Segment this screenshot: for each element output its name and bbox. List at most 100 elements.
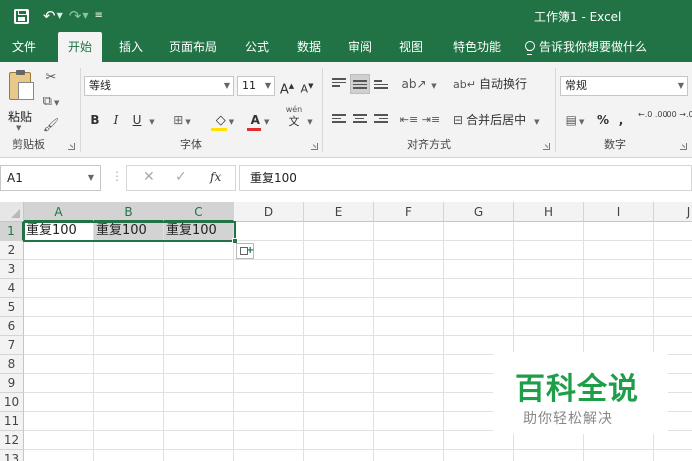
- cell-g13[interactable]: [444, 450, 514, 461]
- cell-i1[interactable]: [584, 222, 654, 241]
- cell-a11[interactable]: [24, 412, 94, 431]
- cell-a9[interactable]: [24, 374, 94, 393]
- cell-h6[interactable]: [514, 317, 584, 336]
- cell-e2[interactable]: [304, 241, 374, 260]
- cell-e11[interactable]: [304, 412, 374, 431]
- alignment-launcher-icon[interactable]: [543, 143, 550, 150]
- borders-button[interactable]: ⊞ ▼: [167, 110, 197, 130]
- cell-b4[interactable]: [94, 279, 164, 298]
- cell-a8[interactable]: [24, 355, 94, 374]
- cell-b8[interactable]: [94, 355, 164, 374]
- cut-icon[interactable]: ✂: [42, 70, 60, 86]
- select-all-button[interactable]: [0, 202, 24, 222]
- tab-data[interactable]: 数据: [288, 32, 330, 62]
- cell-h1[interactable]: [514, 222, 584, 241]
- row-header-11[interactable]: 11: [0, 412, 24, 431]
- font-name-combo[interactable]: 等线 ▼: [84, 76, 234, 96]
- phonetic-guide-button[interactable]: wén 文: [283, 104, 305, 134]
- accounting-format-button[interactable]: ▤ ▼: [560, 110, 590, 130]
- cell-d12[interactable]: [234, 431, 304, 450]
- cell-c12[interactable]: [164, 431, 234, 450]
- save-button[interactable]: [14, 8, 29, 24]
- cell-d13[interactable]: [234, 450, 304, 461]
- column-header-j[interactable]: J: [654, 202, 692, 222]
- italic-button[interactable]: I: [107, 110, 125, 130]
- cell-c13[interactable]: [164, 450, 234, 461]
- cell-i13[interactable]: [584, 450, 654, 461]
- cell-b1[interactable]: 重复100: [94, 222, 164, 241]
- tab-formulas[interactable]: 公式: [236, 32, 278, 62]
- underline-button[interactable]: U: [128, 110, 146, 130]
- row-header-7[interactable]: 7: [0, 336, 24, 355]
- cell-g5[interactable]: [444, 298, 514, 317]
- copy-icon[interactable]: ⧉ ▼: [42, 94, 60, 110]
- cell-g6[interactable]: [444, 317, 514, 336]
- cell-c5[interactable]: [164, 298, 234, 317]
- cell-e12[interactable]: [304, 431, 374, 450]
- cell-b2[interactable]: [94, 241, 164, 260]
- formula-bar-grip[interactable]: ⋮: [111, 169, 123, 183]
- cell-b10[interactable]: [94, 393, 164, 412]
- cell-i4[interactable]: [584, 279, 654, 298]
- customize-qat-button[interactable]: ≡: [94, 7, 102, 25]
- cell-i3[interactable]: [584, 260, 654, 279]
- row-header-9[interactable]: 9: [0, 374, 24, 393]
- underline-dropdown[interactable]: ▼: [147, 110, 157, 130]
- cell-c1[interactable]: 重复100: [164, 222, 234, 241]
- row-header-2[interactable]: 2: [0, 241, 24, 260]
- row-header-10[interactable]: 10: [0, 393, 24, 412]
- cell-e1[interactable]: [304, 222, 374, 241]
- column-header-h[interactable]: H: [514, 202, 584, 222]
- increase-decimal-button[interactable]: ←.0 .00: [638, 110, 668, 130]
- cell-a2[interactable]: [24, 241, 94, 260]
- cell-f9[interactable]: [374, 374, 444, 393]
- cell-d3[interactable]: [234, 260, 304, 279]
- enter-check-icon[interactable]: ✓: [175, 169, 187, 185]
- tab-review[interactable]: 审阅: [339, 32, 381, 62]
- tab-file[interactable]: 文件: [0, 32, 48, 62]
- cell-f4[interactable]: [374, 279, 444, 298]
- cell-f2[interactable]: [374, 241, 444, 260]
- orientation-button[interactable]: ab↗: [399, 74, 429, 94]
- cell-f6[interactable]: [374, 317, 444, 336]
- cell-a4[interactable]: [24, 279, 94, 298]
- middle-align-button[interactable]: [350, 74, 370, 94]
- cell-j4[interactable]: [654, 279, 692, 298]
- cell-j3[interactable]: [654, 260, 692, 279]
- cell-d4[interactable]: [234, 279, 304, 298]
- cell-f1[interactable]: [374, 222, 444, 241]
- tab-home[interactable]: 开始: [58, 32, 102, 62]
- increase-indent-button[interactable]: ⇥≡: [421, 110, 441, 130]
- cell-e7[interactable]: [304, 336, 374, 355]
- cell-j13[interactable]: [654, 450, 692, 461]
- cell-f8[interactable]: [374, 355, 444, 374]
- cell-f5[interactable]: [374, 298, 444, 317]
- cell-a1[interactable]: 重复100: [24, 222, 94, 241]
- number-launcher-icon[interactable]: [680, 143, 687, 150]
- top-align-button[interactable]: [329, 74, 349, 94]
- font-color-button[interactable]: A ▼: [245, 110, 275, 130]
- cell-g4[interactable]: [444, 279, 514, 298]
- cell-c11[interactable]: [164, 412, 234, 431]
- align-right-button[interactable]: [371, 110, 391, 130]
- cell-i5[interactable]: [584, 298, 654, 317]
- row-header-3[interactable]: 3: [0, 260, 24, 279]
- cell-e5[interactable]: [304, 298, 374, 317]
- cancel-icon[interactable]: ✕: [143, 169, 155, 185]
- cell-j5[interactable]: [654, 298, 692, 317]
- cell-f12[interactable]: [374, 431, 444, 450]
- column-header-c[interactable]: C: [164, 202, 234, 222]
- cell-c2[interactable]: [164, 241, 234, 260]
- cell-d1[interactable]: [234, 222, 304, 241]
- cell-e3[interactable]: [304, 260, 374, 279]
- row-header-13[interactable]: 13: [0, 450, 24, 461]
- cell-c8[interactable]: [164, 355, 234, 374]
- cell-a3[interactable]: [24, 260, 94, 279]
- tab-special-features[interactable]: 特色功能: [444, 32, 510, 62]
- cell-f11[interactable]: [374, 412, 444, 431]
- cell-d6[interactable]: [234, 317, 304, 336]
- cell-f7[interactable]: [374, 336, 444, 355]
- cell-j2[interactable]: [654, 241, 692, 260]
- column-header-b[interactable]: B: [94, 202, 164, 222]
- redo-button[interactable]: ↷ ▼: [69, 7, 89, 25]
